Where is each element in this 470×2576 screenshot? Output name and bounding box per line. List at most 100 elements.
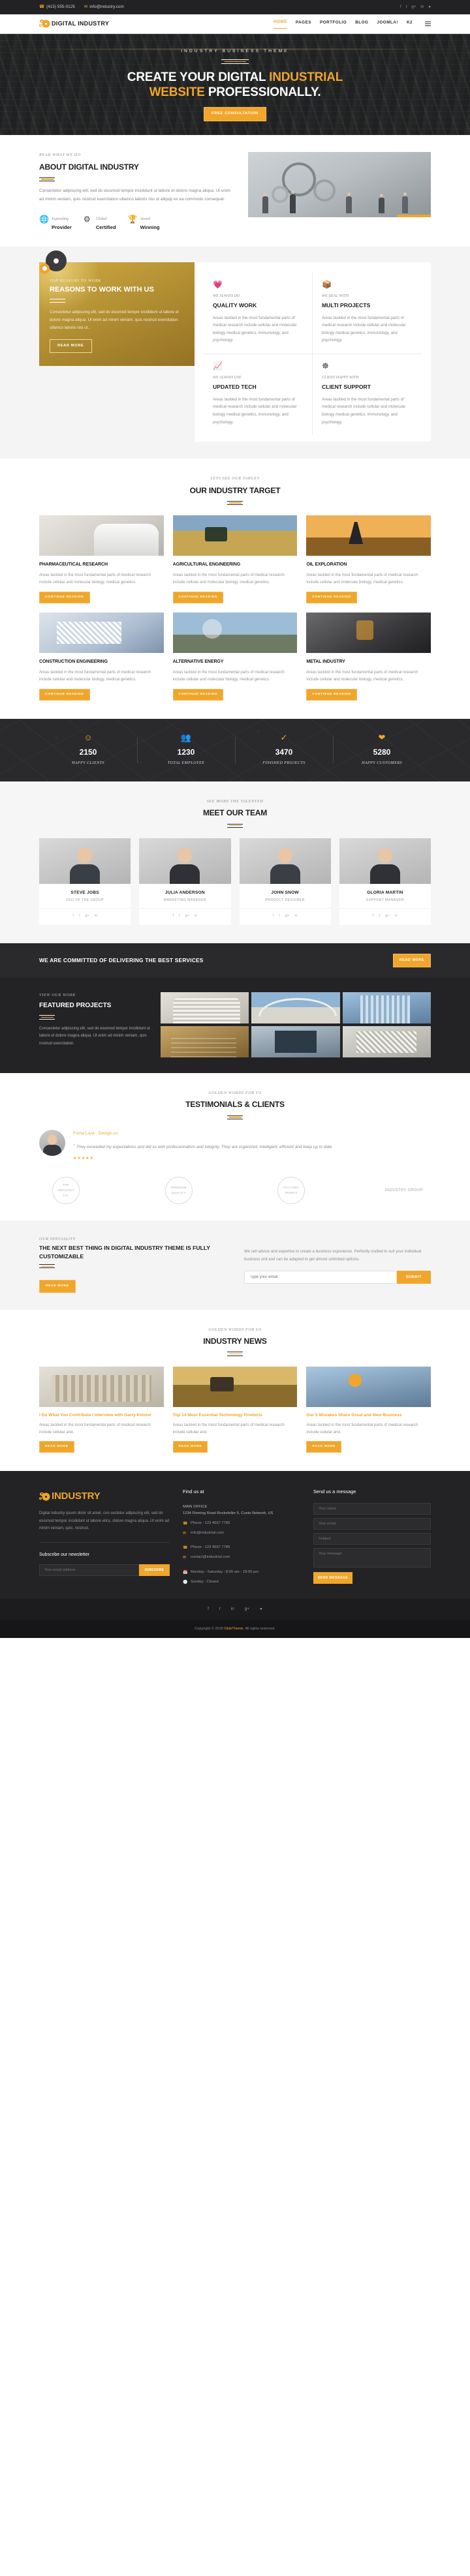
news-card-title[interactable]: Our 5 Mistakes Share Great and New Busin… [306,1412,431,1419]
speciality-cta-button[interactable]: READ MORE [39,1280,76,1293]
mail-icon: ✉ [183,1532,187,1536]
project-thumbnail[interactable] [251,1025,340,1057]
social-rss-icon[interactable]: ● [260,1606,262,1613]
newsletter-subscribe-button[interactable]: SUBSCRIBE [138,1564,170,1576]
social-linkedin-icon[interactable]: in [195,913,197,920]
social-googleplus-icon[interactable]: g+ [185,913,189,920]
news-grid: I Do What You Contribute / Interview wit… [39,1366,431,1453]
social-googleplus-icon[interactable]: g+ [411,4,416,11]
topbar-email[interactable]: ✉ info@industry.com [84,4,124,11]
nav-item-k2[interactable]: K2 [407,20,413,29]
nav-item-portfolio[interactable]: PORTFOLIO [320,20,347,29]
badge-global-certified: ⚙ Global Certified [84,215,116,232]
footer-hours-sunday: 🕔 Sunday : Closed [183,1579,300,1586]
newsletter-email-input[interactable] [39,1564,139,1576]
footer-newsletter-form: SUBSCRIBE [39,1564,170,1576]
counter-label: TOTAL EMPLOYEE [167,761,205,766]
social-twitter-icon[interactable]: t [279,913,280,920]
social-googleplus-icon[interactable]: g+ [385,913,389,920]
hero-cta-button[interactable]: FREE CONSULTATION [204,107,266,121]
news-card-button[interactable]: READ MORE [306,1441,341,1453]
site-logo[interactable]: DIGITAL INDUSTRY [39,19,109,29]
target-card-text: Areas tackled in the most fundamental pa… [306,573,418,585]
about-eyebrow: READ WHAT WE DO [39,153,81,157]
team-member-john-snow: JOHN SNOW PRODUCT DESIGNER f t g+ in [239,838,331,926]
social-linkedin-icon[interactable]: in [394,913,397,920]
gears-logo-icon [39,1492,49,1501]
footer-logo[interactable]: INDUSTRY [39,1488,170,1505]
send-message-button[interactable]: SEND MESSAGE [313,1572,352,1584]
social-facebook-icon[interactable]: f [373,913,374,920]
news-card-button[interactable]: READ MORE [39,1441,74,1453]
news-card-title[interactable]: I Do What You Contribute / Interview wit… [39,1412,164,1419]
submit-button[interactable]: SUBMIT [396,1270,431,1284]
avatar [139,838,231,884]
cta-bar-button[interactable]: READ MORE [392,954,431,967]
about-badges: 🌐 Expanding Provider ⚙ Global Certified [39,215,235,232]
target-card-image [172,612,298,653]
email-input[interactable] [244,1270,397,1284]
project-thumbnail[interactable] [161,992,249,1023]
target-card-button[interactable]: CONTINUE READING [172,688,224,701]
news-card-title[interactable]: Top 14 Most Essential Technology Product… [173,1412,298,1419]
footer-contact-phone-1[interactable]: ☎ Phone : 123 4567 7789 [183,1521,300,1527]
social-twitter-icon[interactable]: t [379,913,381,920]
social-googleplus-icon[interactable]: g+ [85,913,89,920]
target-card-agricultural: AGRICULTURAL ENGINEERING Areas tackled i… [172,515,298,603]
social-googleplus-icon[interactable]: g+ [245,1606,249,1613]
social-facebook-icon[interactable]: f [273,913,274,920]
name-field[interactable] [313,1503,431,1515]
message-field[interactable] [313,1548,431,1568]
team-member-socials: f t g+ in [39,907,131,926]
subject-field[interactable] [313,1533,431,1545]
nav-item-home[interactable]: HOME [273,19,287,29]
social-facebook-icon[interactable]: f [400,4,401,11]
nav-item-pages[interactable]: PAGES [296,20,311,29]
target-card-button[interactable]: CONTINUE READING [39,688,90,701]
project-thumbnail[interactable] [161,1025,249,1057]
social-twitter-icon[interactable]: t [219,1606,221,1613]
project-thumbnail[interactable] [251,992,340,1023]
social-facebook-icon[interactable]: f [208,1606,209,1613]
nav-item-joomla[interactable]: JOOMLA! [377,20,398,29]
target-card-button[interactable]: CONTINUE READING [172,591,224,603]
social-twitter-icon[interactable]: t [406,4,407,11]
target-card-button[interactable]: CONTINUE READING [306,591,358,603]
social-linkedin-icon[interactable]: in [294,913,297,920]
social-googleplus-icon[interactable]: g+ [285,913,289,920]
top-bar: ☎ (415) 555-0125 ✉ info@industry.com f t… [0,0,470,14]
nav-item-blog[interactable]: BLOG [355,20,368,29]
menu-toggle-icon[interactable] [425,21,431,27]
social-linkedin-icon[interactable]: in [231,1606,234,1613]
clock-icon: 🕔 [183,1580,188,1584]
project-thumbnail[interactable] [342,992,431,1023]
hero-eyebrow: INDUSTRY BUSINESS THEME [181,49,289,54]
footer-contact-email-2[interactable]: ✉ contact@industrial.com [183,1554,300,1561]
target-card-button[interactable]: CONTINUE READING [39,591,90,603]
phone-icon: ☎ [183,1521,188,1526]
target-card-button[interactable]: CONTINUE READING [306,688,358,701]
topbar-socials: f t g+ in ● [400,4,431,11]
about-title: ABOUT DIGITAL INDUSTRY [39,162,139,172]
feature-title: MULTI PROJECTS [322,302,371,309]
globe-icon: 🌐 [39,215,49,224]
social-facebook-icon[interactable]: f [172,913,174,920]
social-rss-icon[interactable]: ● [428,4,431,11]
commitment-cta-bar: WE ARE COMMITTED OF DELIVERING THE BEST … [0,943,470,978]
feature-text: Areas tackled in the most fundamental pa… [322,315,406,343]
news-card-button[interactable]: READ MORE [172,1441,208,1453]
speciality-divider [39,1264,55,1269]
footer-contact-email-1[interactable]: ✉ info@industrial.com [183,1530,300,1537]
mail-icon: ✉ [84,4,88,9]
team-member-julia-anderson: JULIA ANDERSON MARKETING MANAGER f t g+ … [139,838,231,926]
project-thumbnail[interactable] [342,1025,431,1057]
social-linkedin-icon[interactable]: in [95,913,97,920]
topbar-phone[interactable]: ☎ (415) 555-0125 [39,4,75,11]
social-facebook-icon[interactable]: f [72,913,74,920]
footer-contact-phone-2[interactable]: ☎ Phone : 123 4567 7789 [183,1545,300,1551]
social-linkedin-icon[interactable]: in [420,4,424,11]
email-field[interactable] [313,1518,431,1530]
social-twitter-icon[interactable]: t [79,913,80,920]
reasons-cta-button[interactable]: READ MORE [50,339,92,354]
social-twitter-icon[interactable]: t [179,913,180,920]
